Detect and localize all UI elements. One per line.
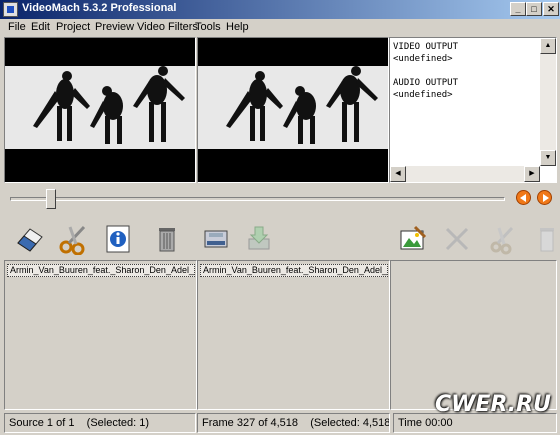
menu-video-filters[interactable]: Video Filters — [137, 21, 198, 33]
trash-tool-button[interactable] — [151, 223, 183, 255]
scissors-icon — [59, 225, 86, 256]
scroll-up-icon[interactable]: ▲ — [540, 38, 556, 54]
menu-edit[interactable]: Edit — [31, 21, 50, 33]
menu-project[interactable]: Project — [56, 21, 90, 33]
output-info-text: VIDEO OUTPUT <undefined> AUDIO OUTPUT <u… — [393, 41, 458, 101]
status-source-selected: (Selected: 1) — [86, 417, 150, 429]
info-icon — [106, 225, 130, 253]
frames-list-item[interactable]: Armin_Van_Buuren_feat._Sharon_Den_Adel_- — [200, 264, 388, 277]
scissors-disabled-icon — [490, 226, 514, 255]
status-frame-selected: (Selected: 4,518) — [310, 417, 390, 429]
cut-disabled-button[interactable] — [441, 223, 473, 255]
source-video-frame — [5, 66, 195, 149]
menu-help[interactable]: Help — [226, 21, 249, 33]
output-vertical-scrollbar[interactable]: ▲ ▼ — [540, 38, 556, 166]
close-button[interactable]: ✕ — [543, 2, 559, 16]
status-source-text: Source 1 of 1 — [9, 417, 75, 429]
menu-bar: File Edit Project Preview Video Filters … — [0, 19, 560, 37]
frames-list[interactable]: Armin_Van_Buuren_feat._Sharon_Den_Adel_- — [197, 260, 390, 410]
menu-preview[interactable]: Preview — [95, 21, 134, 33]
drive-tool-button[interactable] — [201, 223, 233, 255]
picture-edit-icon — [400, 225, 427, 250]
scroll-down-icon[interactable]: ▼ — [540, 150, 556, 166]
import-icon — [248, 226, 270, 250]
menu-tools[interactable]: Tools — [195, 21, 221, 33]
audio-output-heading: AUDIO OUTPUT — [393, 78, 459, 88]
title-bar: VideoMach 5.3.2 Professional _ □ ✕ — [0, 0, 560, 19]
maximize-button[interactable]: □ — [526, 2, 542, 16]
app-icon — [3, 2, 18, 17]
trash-disabled-button[interactable] — [536, 223, 558, 255]
next-frame-button[interactable] — [537, 190, 552, 205]
source-list-item[interactable]: Armin_Van_Buuren_feat._Sharon_Den_Adel_- — [7, 264, 195, 277]
eraser-tool-button[interactable] — [14, 223, 46, 255]
output-horizontal-scrollbar[interactable]: ◀ ▶ — [390, 166, 540, 182]
previous-frame-button[interactable] — [516, 190, 531, 205]
minimize-button[interactable]: _ — [510, 2, 526, 16]
trash-disabled-icon — [540, 228, 554, 252]
picture-edit-button[interactable] — [397, 223, 429, 255]
info-tool-button[interactable] — [103, 223, 135, 255]
source-preview[interactable] — [4, 37, 196, 183]
output-preview[interactable] — [197, 37, 389, 183]
scroll-left-icon[interactable]: ◀ — [390, 166, 406, 182]
video-output-heading: VIDEO OUTPUT — [393, 42, 459, 52]
cut-disabled-icon — [445, 227, 469, 251]
timeline-slider-track[interactable] — [10, 197, 505, 201]
output-info-box[interactable]: VIDEO OUTPUT <undefined> AUDIO OUTPUT <u… — [389, 37, 557, 183]
source-list[interactable]: Armin_Van_Buuren_feat._Sharon_Den_Adel_- — [4, 260, 197, 410]
drive-icon — [204, 230, 228, 248]
trash-icon — [159, 228, 175, 252]
eraser-icon — [17, 228, 43, 252]
output-video-frame — [198, 66, 388, 149]
timeline-slider-thumb[interactable] — [45, 189, 56, 209]
watermark-text: CWER.RU — [435, 392, 551, 417]
menu-file[interactable]: File — [8, 21, 26, 33]
status-source: Source 1 of 1 (Selected: 1) — [4, 413, 196, 433]
scroll-right-icon[interactable]: ▶ — [524, 166, 540, 182]
audio-output-value: <undefined> — [393, 90, 453, 100]
import-tool-button[interactable] — [244, 223, 276, 255]
arrow-left-icon — [520, 194, 526, 202]
output-list[interactable] — [390, 260, 557, 410]
status-frame-text: Frame 327 of 4,518 — [202, 417, 299, 429]
arrow-right-icon — [543, 194, 549, 202]
video-output-value: <undefined> — [393, 54, 453, 64]
window-title: VideoMach 5.3.2 Professional — [22, 2, 177, 14]
status-frame: Frame 327 of 4,518 (Selected: 4,518) — [197, 413, 390, 433]
scissors-disabled-button[interactable] — [487, 223, 519, 255]
watermark-logo: CWER.RU — [435, 392, 555, 432]
scissors-tool-button[interactable] — [58, 223, 90, 256]
